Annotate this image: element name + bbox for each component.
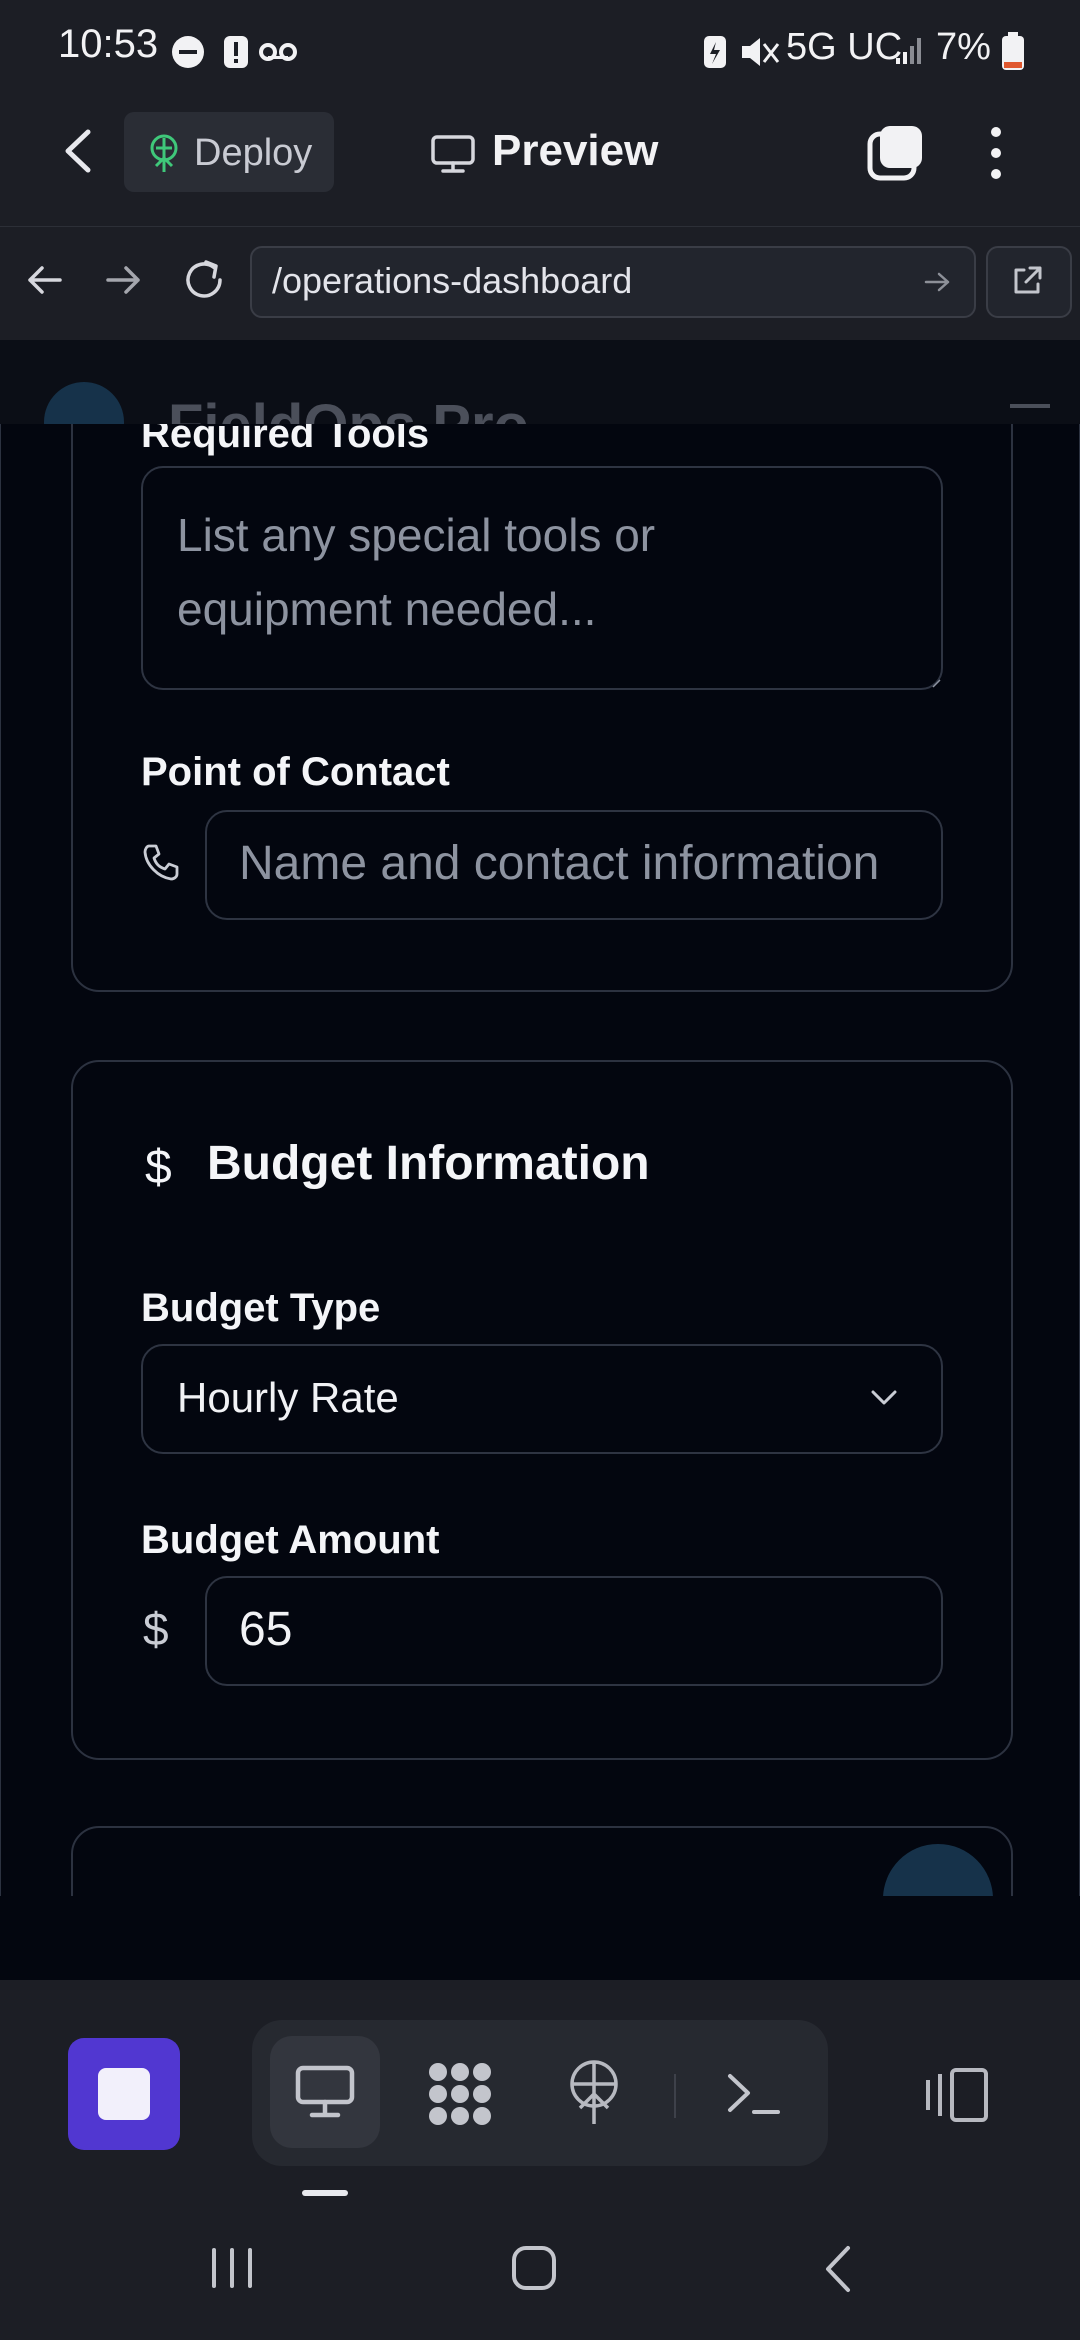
budget-section-title: Budget Information [207, 1137, 650, 1190]
toolbar-divider [674, 2074, 676, 2118]
resize-handle-icon[interactable] [931, 678, 941, 688]
required-tools-textarea[interactable]: List any special tools or equipment need… [141, 466, 943, 690]
url-text[interactable]: /operations-dashboard [272, 260, 632, 302]
monitor-tool-icon [295, 2065, 355, 2118]
app-header-clip: FieldOps Pro [0, 340, 1080, 424]
dollar-icon: $ [145, 1141, 172, 1194]
status-notification-icons [172, 36, 297, 68]
budget-type-select[interactable]: Hourly Rate [141, 1344, 943, 1454]
required-tools-placeholder-line1: List any special tools or [177, 509, 656, 561]
stop-icon [98, 2068, 150, 2120]
external-link-icon [1014, 266, 1042, 294]
next-section-card [71, 1826, 1013, 1896]
recents-icon[interactable] [208, 2246, 256, 2290]
page-bottom-area [0, 1896, 1080, 1980]
preview-viewport: Required Tools List any special tools or… [0, 424, 1080, 1897]
browser-back-icon[interactable] [24, 262, 64, 298]
status-system-icons [704, 36, 780, 68]
required-tools-placeholder-line2: equipment needed... [177, 583, 597, 635]
tabs-icon[interactable] [866, 122, 926, 182]
currency-symbol: $ [143, 1603, 169, 1655]
required-tools-label: Required Tools [141, 424, 430, 456]
battery-icon [1002, 32, 1024, 70]
hamburger-menu-icon [1010, 404, 1050, 408]
more-options-icon[interactable] [982, 124, 1010, 182]
terminal-tool-icon[interactable] [726, 2068, 782, 2118]
point-of-contact-placeholder: Name and contact information [239, 837, 880, 890]
workflow-tool-icon[interactable] [424, 2062, 496, 2126]
back-arrow-icon[interactable] [58, 126, 98, 176]
reload-icon[interactable] [180, 256, 228, 304]
panel-layout-icon[interactable] [922, 2066, 992, 2124]
chevron-down-icon [871, 1390, 897, 1405]
phone-icon [143, 844, 179, 881]
deploy-label: Deploy [194, 132, 313, 174]
deploy-tool-icon[interactable] [566, 2058, 622, 2128]
browser-forward-icon[interactable] [104, 262, 144, 298]
system-back-icon[interactable] [818, 2244, 858, 2294]
budget-amount-label: Budget Amount [141, 1518, 440, 1562]
budget-type-value: Hourly Rate [177, 1374, 399, 1421]
monitor-icon [431, 135, 475, 173]
go-arrow-icon[interactable] [924, 270, 952, 294]
preview-title[interactable]: Preview [492, 126, 658, 176]
signal-icon [896, 38, 921, 64]
budget-amount-value: 65 [239, 1603, 293, 1656]
app-logo [44, 382, 124, 424]
network-type: 5G UC [786, 26, 903, 68]
point-of-contact-label: Point of Contact [141, 750, 450, 794]
app-title: FieldOps Pro [168, 392, 529, 424]
deploy-icon [150, 134, 178, 172]
budget-type-label: Budget Type [141, 1286, 381, 1330]
battery-percent: 7% [936, 26, 991, 68]
point-of-contact-input[interactable]: Name and contact information [205, 810, 943, 920]
home-icon[interactable] [510, 2244, 558, 2292]
active-tab-indicator [302, 2190, 348, 2196]
status-time: 10:53 [58, 22, 159, 66]
budget-amount-input[interactable]: 65 [205, 1576, 943, 1686]
